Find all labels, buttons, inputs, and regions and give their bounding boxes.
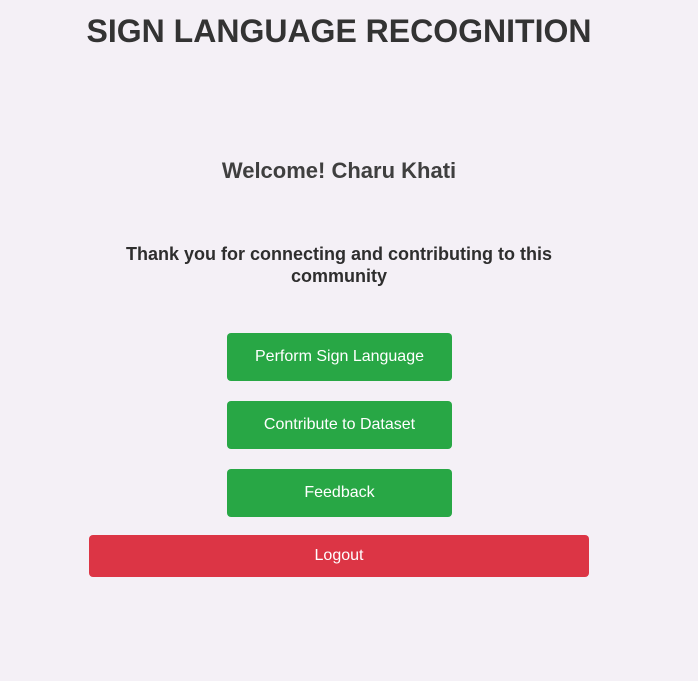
welcome-heading: Welcome! Charu Khati [221, 158, 457, 183]
page-title: SIGN LANGUAGE RECOGNITION [86, 13, 592, 49]
feedback-button[interactable]: Feedback [227, 469, 452, 517]
perform-sign-language-button[interactable]: Perform Sign Language [227, 333, 452, 381]
contribute-dataset-button[interactable]: Contribute to Dataset [227, 401, 452, 449]
logout-button[interactable]: Logout [89, 535, 589, 577]
thank-you-message: Thank you for connecting and contributin… [126, 244, 552, 286]
